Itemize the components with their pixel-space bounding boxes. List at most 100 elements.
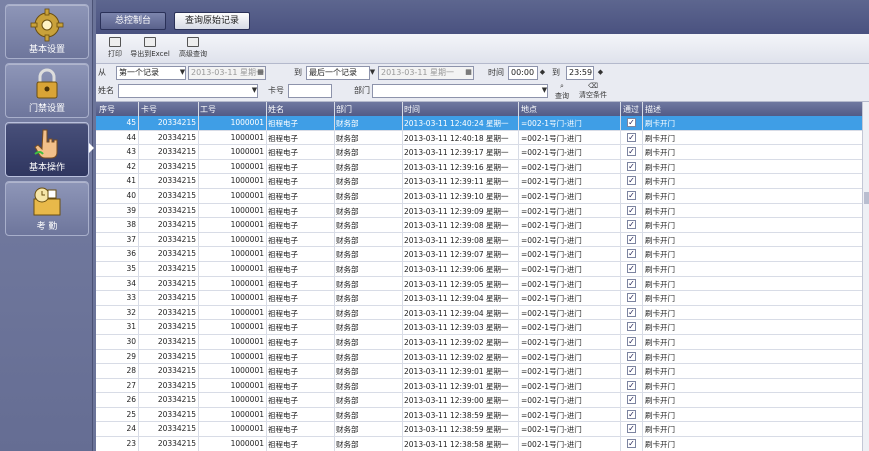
passed-checkbox[interactable]: ✓ bbox=[627, 147, 636, 157]
passed-checkbox[interactable]: ✓ bbox=[627, 249, 636, 259]
passed-checkbox[interactable]: ✓ bbox=[627, 424, 636, 434]
passed-checkbox[interactable]: ✓ bbox=[627, 366, 636, 376]
passed-checkbox[interactable]: ✓ bbox=[627, 409, 636, 419]
to-date-picker[interactable]: 2013-03-11 星期一 bbox=[378, 66, 474, 80]
nav-basic-settings[interactable]: 基本设置 bbox=[5, 4, 89, 59]
nav-attendance[interactable]: 考 勤 bbox=[5, 181, 89, 236]
time-to-input[interactable]: 23:59 bbox=[566, 66, 594, 80]
table-cell: =002-1号门-进门 bbox=[521, 264, 582, 274]
card-input[interactable] bbox=[288, 84, 332, 98]
column-header[interactable]: 时间 bbox=[404, 104, 420, 115]
column-header[interactable]: 通过 bbox=[623, 104, 639, 115]
to-record-select[interactable]: 最后一个记录 bbox=[306, 66, 370, 80]
passed-checkbox[interactable]: ✓ bbox=[627, 293, 636, 303]
table-row[interactable]: 25 20334215 1000001 祖程电子 财务部 2013-03-11 12:38… bbox=[96, 408, 862, 423]
passed-checkbox[interactable]: ✓ bbox=[627, 118, 636, 127]
column-header[interactable]: 序号 bbox=[99, 104, 115, 115]
table-cell: 财务部 bbox=[336, 119, 359, 128]
table-row[interactable]: 43 20334215 1000001 祖程电子 财务部 2013-03-11 12:39… bbox=[96, 145, 862, 160]
passed-checkbox[interactable]: ✓ bbox=[627, 380, 636, 390]
table-row[interactable]: 29 20334215 1000001 祖程电子 财务部 2013-03-11 12:39… bbox=[96, 350, 862, 365]
table-row[interactable]: 37 20334215 1000001 祖程电子 财务部 2013-03-11 12:39… bbox=[96, 233, 862, 248]
table-row[interactable]: 39 20334215 1000001 祖程电子 财务部 2013-03-11 12:39… bbox=[96, 204, 862, 219]
passed-checkbox[interactable]: ✓ bbox=[627, 322, 636, 332]
table-row[interactable]: 40 20334215 1000001 祖程电子 财务部 2013-03-11 12:39… bbox=[96, 189, 862, 204]
passed-checkbox[interactable]: ✓ bbox=[627, 351, 636, 361]
passed-checkbox[interactable]: ✓ bbox=[627, 205, 636, 215]
passed-checkbox[interactable]: ✓ bbox=[627, 220, 636, 230]
table-row[interactable]: 27 20334215 1000001 祖程电子 财务部 2013-03-11 12:39… bbox=[96, 379, 862, 394]
passed-checkbox[interactable]: ✓ bbox=[627, 190, 636, 200]
table-row[interactable]: 45 20334215 1000001 祖程电子 财务部 2013-03-11 12:40… bbox=[96, 116, 862, 131]
time-from-input[interactable]: 00:00 bbox=[508, 66, 538, 80]
table-cell: 45 bbox=[126, 118, 136, 127]
vertical-scrollbar[interactable] bbox=[862, 102, 869, 451]
print-button[interactable]: 打印 bbox=[106, 37, 124, 59]
clear-label: 清空条件 bbox=[579, 91, 607, 99]
clock-card-icon bbox=[33, 187, 61, 216]
table-row[interactable]: 35 20334215 1000001 祖程电子 财务部 2013-03-11 12:39… bbox=[96, 262, 862, 277]
table-row[interactable]: 44 20334215 1000001 祖程电子 财务部 2013-03-11 12:40… bbox=[96, 131, 862, 146]
column-header[interactable]: 卡号 bbox=[141, 104, 157, 115]
table-cell: 20334215 bbox=[157, 132, 196, 142]
records-table: 序号 卡号 工号 姓名 部门 时间 地点 通过 描述 45 20334215 1000001 祖程电子… bbox=[96, 102, 869, 451]
dept-select[interactable] bbox=[372, 84, 548, 98]
from-record-select[interactable]: 第一个记录 bbox=[116, 66, 186, 80]
table-row[interactable]: 31 20334215 1000001 祖程电子 财务部 2013-03-11 12:39… bbox=[96, 320, 862, 335]
nav-door-settings[interactable]: 门禁设置 bbox=[5, 63, 89, 118]
column-header[interactable]: 姓名 bbox=[268, 104, 284, 115]
table-row[interactable]: 33 20334215 1000001 祖程电子 财务部 2013-03-11 12:39… bbox=[96, 291, 862, 306]
table-row[interactable]: 42 20334215 1000001 祖程电子 财务部 2013-03-11 12:39… bbox=[96, 160, 862, 175]
tab-query-records[interactable]: 查询原始记录 bbox=[174, 12, 250, 30]
from-date-picker[interactable]: 2013-03-11 星期一 bbox=[188, 66, 266, 80]
calendar-icon: ▦ bbox=[465, 68, 472, 76]
passed-checkbox[interactable]: ✓ bbox=[627, 307, 636, 317]
table-cell: 2013-03-11 12:39:08 星期一 bbox=[404, 221, 509, 231]
name-select[interactable] bbox=[118, 84, 258, 98]
passed-checkbox[interactable]: ✓ bbox=[627, 395, 636, 405]
passed-checkbox[interactable]: ✓ bbox=[627, 336, 636, 346]
table-row[interactable]: 28 20334215 1000001 祖程电子 财务部 2013-03-11 12:39… bbox=[96, 364, 862, 379]
export-excel-button[interactable]: 导出到Excel bbox=[128, 37, 172, 59]
table-row[interactable]: 41 20334215 1000001 祖程电子 财务部 2013-03-11 12:39… bbox=[96, 174, 862, 189]
passed-checkbox[interactable]: ✓ bbox=[627, 278, 636, 288]
table-row[interactable]: 38 20334215 1000001 祖程电子 财务部 2013-03-11 12:39… bbox=[96, 218, 862, 233]
query-button[interactable]: ⌕ 查询 bbox=[552, 82, 572, 101]
filter-row-search: 姓名 ▼ 卡号 部门 ▼ ⌕ 查询 ⌫ 清空条件 bbox=[96, 82, 869, 101]
passed-checkbox[interactable]: ✓ bbox=[627, 439, 636, 449]
table-row[interactable]: 32 20334215 1000001 祖程电子 财务部 2013-03-11 12:39… bbox=[96, 306, 862, 321]
spinner-icon[interactable]: ◆ bbox=[596, 66, 605, 80]
table-body: 45 20334215 1000001 祖程电子 财务部 2013-03-11 12:40… bbox=[96, 116, 862, 451]
search-icon: ⌕ bbox=[560, 82, 564, 90]
column-header[interactable]: 工号 bbox=[200, 104, 216, 115]
table-cell: 刷卡开门 bbox=[645, 323, 675, 333]
table-row[interactable]: 30 20334215 1000001 祖程电子 财务部 2013-03-11 12:39… bbox=[96, 335, 862, 350]
passed-checkbox[interactable]: ✓ bbox=[627, 234, 636, 244]
scrollbar-thumb[interactable] bbox=[864, 192, 869, 204]
table-cell: 1000001 bbox=[230, 278, 264, 288]
column-header[interactable]: 描述 bbox=[645, 104, 661, 115]
table-cell: 20334215 bbox=[157, 161, 196, 171]
table-cell: 1000001 bbox=[230, 220, 264, 230]
passed-checkbox[interactable]: ✓ bbox=[627, 132, 636, 142]
table-row[interactable]: 34 20334215 1000001 祖程电子 财务部 2013-03-11 12:39… bbox=[96, 277, 862, 292]
tab-console[interactable]: 总控制台 bbox=[100, 12, 166, 30]
table-row[interactable]: 23 20334215 1000001 祖程电子 财务部 2013-03-11 12:38… bbox=[96, 437, 862, 451]
calendar-icon: ▦ bbox=[257, 68, 264, 76]
table-row[interactable]: 24 20334215 1000001 祖程电子 财务部 2013-03-11 12:38… bbox=[96, 422, 862, 438]
column-header[interactable]: 地点 bbox=[521, 104, 537, 115]
table-cell: 20334215 bbox=[157, 409, 196, 419]
table-row[interactable]: 26 20334215 1000001 祖程电子 财务部 2013-03-11 12:39… bbox=[96, 393, 862, 408]
passed-checkbox[interactable]: ✓ bbox=[627, 176, 636, 186]
table-cell: =002-1号门-进门 bbox=[521, 148, 582, 158]
passed-checkbox[interactable]: ✓ bbox=[627, 263, 636, 273]
clear-conditions-button[interactable]: ⌫ 清空条件 bbox=[576, 82, 610, 100]
table-row[interactable]: 36 20334215 1000001 祖程电子 财务部 2013-03-11 12:39… bbox=[96, 247, 862, 262]
table-cell: 20334215 bbox=[157, 190, 196, 200]
chevron-down-icon: ▼ bbox=[251, 86, 258, 94]
column-header[interactable]: 部门 bbox=[336, 104, 352, 115]
advanced-query-button[interactable]: 高级查询 bbox=[176, 37, 210, 59]
nav-basic-operations[interactable]: 基本操作 bbox=[5, 122, 89, 177]
spinner-icon[interactable]: ◆ bbox=[538, 66, 547, 80]
passed-checkbox[interactable]: ✓ bbox=[627, 161, 636, 171]
